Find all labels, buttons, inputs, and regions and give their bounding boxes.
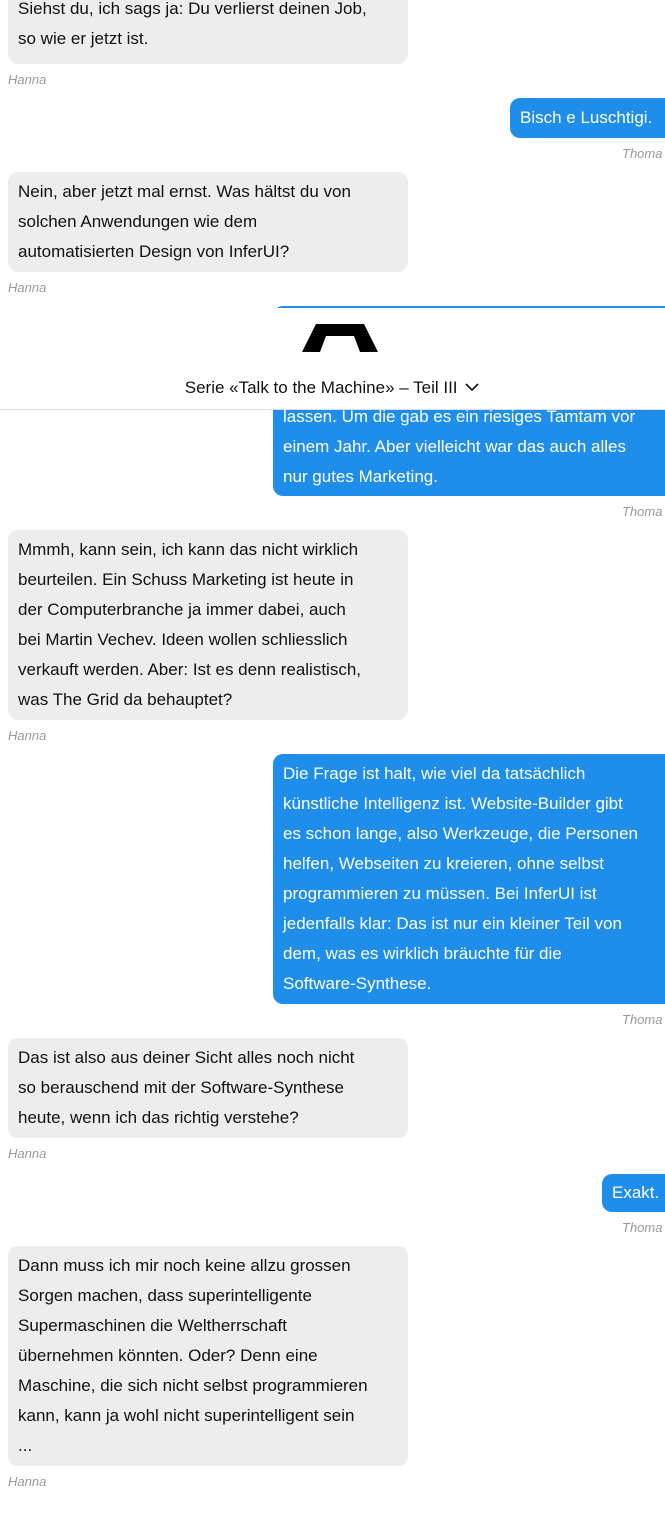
message-text: Die Frage ist halt, wie viel da tatsächl…	[283, 764, 639, 993]
message-sender: Hanna	[8, 280, 47, 295]
series-label: Serie «Talk to the Machine» – Teil III	[184, 378, 458, 397]
message-text: Nein, aber jetzt mal ernst. Was hältst d…	[18, 182, 351, 261]
message-sender: Hanna	[8, 72, 47, 87]
message-sender: Hanna	[8, 1474, 47, 1489]
message-sender: Thoma	[622, 1220, 663, 1235]
message-bubble: Exakt.	[602, 1174, 665, 1212]
series-dropdown[interactable]: Serie «Talk to the Machine» – Teil III	[0, 376, 665, 400]
message-text: Bisch e Luschtigi.	[520, 108, 653, 127]
message-text: lassen. Um die gab es ein riesiges Tamta…	[283, 407, 636, 486]
brand-logo-icon[interactable]	[302, 324, 378, 352]
message-sender: Thoma	[622, 146, 663, 161]
message-text: Siehst du, ich sags ja: Du verlierst dei…	[18, 0, 367, 48]
message-text: Exakt.	[612, 1183, 660, 1202]
message-text: Dann muss ich mir noch keine allzu gross…	[18, 1256, 368, 1455]
message-text: Das ist also aus deiner Sicht alles noch…	[18, 1048, 355, 1127]
message-bubble: Mmmh, kann sein, ich kann das nicht wirk…	[8, 530, 408, 720]
message-bubble: Dann muss ich mir noch keine allzu gross…	[8, 1246, 408, 1466]
message-bubble: Nein, aber jetzt mal ernst. Was hältst d…	[8, 172, 408, 272]
chevron-down-icon	[465, 383, 479, 392]
message-sender: Hanna	[8, 1146, 47, 1161]
message-text: Mmmh, kann sein, ich kann das nicht wirk…	[18, 540, 362, 709]
message-sender: Thoma	[622, 504, 663, 519]
message-bubble: Die Frage ist halt, wie viel da tatsächl…	[273, 754, 665, 1004]
message-bubble: Siehst du, ich sags ja: Du verlierst dei…	[8, 0, 408, 64]
sticky-header: Serie «Talk to the Machine» – Teil III	[0, 308, 665, 410]
message-bubble: Bisch e Luschtigi.	[510, 98, 665, 138]
message-sender: Thoma	[622, 1012, 663, 1027]
message-sender: Hanna	[8, 728, 47, 743]
message-bubble: Das ist also aus deiner Sicht alles noch…	[8, 1038, 408, 1138]
